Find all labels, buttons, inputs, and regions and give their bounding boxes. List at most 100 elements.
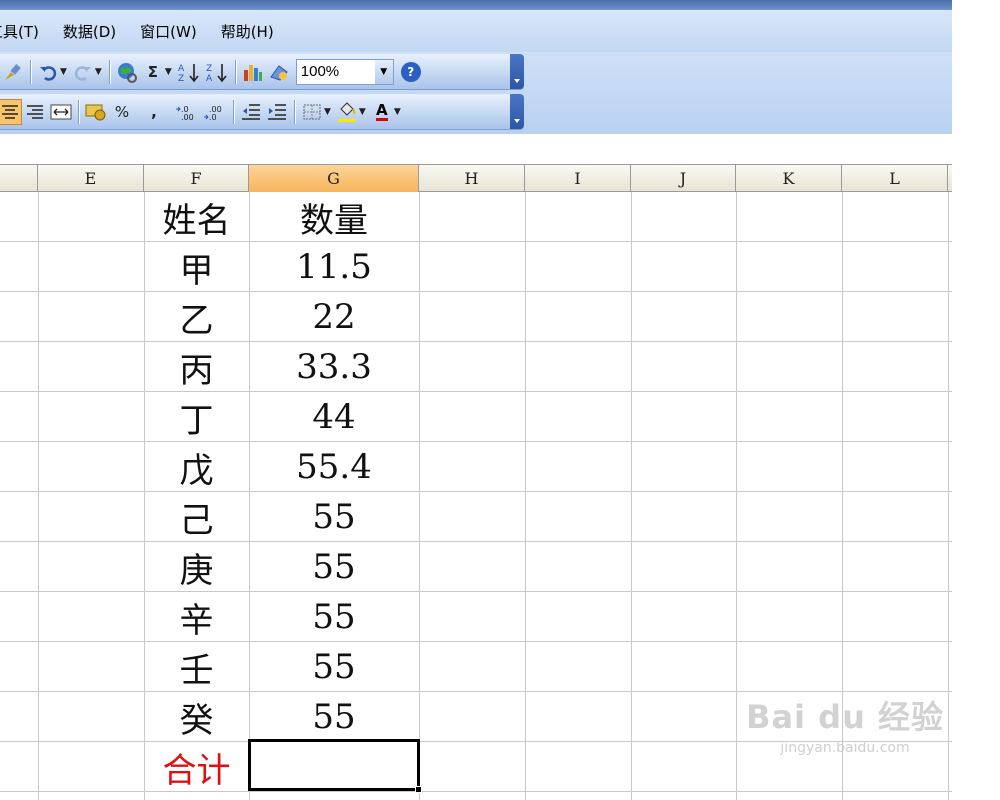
- borders-icon[interactable]: [301, 99, 323, 125]
- column-header-k[interactable]: K: [736, 165, 842, 192]
- name-cell[interactable]: 乙: [144, 292, 249, 342]
- sort-descending-icon[interactable]: ZA: [205, 59, 229, 85]
- redo-icon[interactable]: [72, 59, 94, 85]
- toolbar-separator: [234, 59, 236, 84]
- help-icon: ?: [400, 61, 421, 82]
- brush-icon[interactable]: [2, 59, 24, 85]
- decrease-decimal-icon[interactable]: .00.0: [203, 99, 227, 125]
- qty-cell[interactable]: 22: [249, 292, 419, 342]
- borders-dropdown-icon[interactable]: ▼: [324, 107, 331, 117]
- column-header-l[interactable]: L: [842, 165, 948, 192]
- name-cell[interactable]: 癸: [144, 692, 249, 742]
- standard-toolbar: ▼ ▼ Σ ▼ AZ ZA 100% ▼ ?: [0, 54, 524, 90]
- column-header-partial[interactable]: [0, 165, 38, 192]
- formatting-toolbar: % , .0.00 .00.0 ▼ ▼ A ▼: [0, 94, 524, 130]
- qty-cell[interactable]: 55.4: [249, 442, 419, 492]
- undo-dropdown-icon[interactable]: ▼: [60, 67, 67, 77]
- align-right-icon[interactable]: [24, 99, 46, 125]
- name-cell[interactable]: 己: [144, 492, 249, 542]
- grid-row-line: [0, 441, 952, 442]
- toolbar-options-icon[interactable]: [510, 94, 524, 129]
- grid-column-line: [419, 192, 420, 800]
- grid-row-line: [0, 641, 952, 642]
- drawing-icon[interactable]: [268, 59, 290, 85]
- column-header-j[interactable]: J: [631, 165, 736, 192]
- name-cell[interactable]: 甲: [144, 242, 249, 292]
- zoom-dropdown-icon[interactable]: ▼: [374, 59, 393, 84]
- chart-wizard-icon[interactable]: [242, 59, 264, 85]
- percent-icon[interactable]: %: [111, 99, 133, 125]
- name-cell[interactable]: 丙: [144, 342, 249, 392]
- total-label-cell[interactable]: 合计: [144, 742, 249, 792]
- sort-ascending-icon[interactable]: AZ: [177, 59, 201, 85]
- formula-area-gap: [0, 134, 952, 164]
- autosum-dropdown-icon[interactable]: ▼: [165, 67, 172, 77]
- qty-cell[interactable]: 55: [249, 642, 419, 692]
- qty-cell[interactable]: 55: [249, 492, 419, 542]
- grid-column-line: [948, 192, 949, 800]
- toolbar-separator: [294, 99, 295, 124]
- qty-cell[interactable]: 33.3: [249, 342, 419, 392]
- menu-bar: 工具(T) 数据(D) 窗口(W) 帮助(H): [0, 10, 952, 52]
- grid-row-line: [0, 491, 952, 492]
- menu-tools[interactable]: 工具(T): [0, 21, 39, 42]
- qty-cell[interactable]: 55: [249, 692, 419, 742]
- redo-dropdown-icon[interactable]: ▼: [95, 67, 102, 77]
- grid-row-line: [0, 391, 952, 392]
- grid-column-line: [736, 192, 737, 800]
- grid-column-line: [631, 192, 632, 800]
- grid-row-line: [0, 291, 952, 292]
- grid-column-line: [38, 192, 39, 800]
- watermark-brand: Bai du 经验: [746, 698, 944, 736]
- decrease-indent-icon[interactable]: [240, 99, 262, 125]
- qty-cell[interactable]: 55: [249, 542, 419, 592]
- column-header-g[interactable]: G: [249, 165, 419, 192]
- watermark-url: jingyan.baidu.com: [780, 740, 910, 756]
- toolbar-separator: [30, 59, 31, 84]
- active-cell-outline[interactable]: [248, 739, 420, 791]
- help-button[interactable]: ?: [400, 59, 422, 85]
- qty-cell[interactable]: 55: [249, 592, 419, 642]
- svg-text:A: A: [178, 64, 185, 74]
- autosum-icon[interactable]: Σ: [142, 59, 164, 85]
- name-cell[interactable]: 丁: [144, 392, 249, 442]
- qty-cell[interactable]: 44: [249, 392, 419, 442]
- menu-window[interactable]: 窗口(W): [140, 21, 197, 42]
- increase-indent-icon[interactable]: [266, 99, 288, 125]
- merge-center-icon[interactable]: [50, 99, 72, 125]
- align-center-icon[interactable]: [0, 98, 22, 125]
- grid-row-line: [0, 541, 952, 542]
- grid-row-line: [0, 791, 952, 792]
- column-header-h[interactable]: H: [419, 165, 525, 192]
- fill-color-icon[interactable]: [336, 99, 358, 125]
- menu-help[interactable]: 帮助(H): [221, 21, 274, 42]
- increase-decimal-icon[interactable]: .0.00: [175, 99, 199, 125]
- font-color-dropdown-icon[interactable]: ▼: [394, 107, 401, 117]
- font-color-icon[interactable]: A: [371, 99, 393, 125]
- header-name-cell[interactable]: 姓名: [144, 192, 249, 242]
- grid-row-line: [0, 241, 952, 242]
- zoom-select[interactable]: 100% ▼: [295, 58, 394, 85]
- toolbar-separator: [108, 59, 110, 84]
- svg-text:A: A: [206, 74, 213, 83]
- toolbar-separator: [78, 99, 79, 124]
- toolbar-area: ▼ ▼ Σ ▼ AZ ZA 100% ▼ ? % , .0 .00 .00 .0…: [0, 52, 952, 134]
- font-color-letter: A: [376, 101, 388, 121]
- undo-icon[interactable]: [37, 59, 59, 85]
- column-header-i[interactable]: I: [525, 165, 631, 192]
- name-cell[interactable]: 戊: [144, 442, 249, 492]
- header-qty-cell[interactable]: 数量: [249, 192, 419, 242]
- toolbar-options-icon[interactable]: [510, 54, 524, 89]
- currency-icon[interactable]: [85, 99, 107, 125]
- name-cell[interactable]: 辛: [144, 592, 249, 642]
- menu-data[interactable]: 数据(D): [63, 21, 116, 42]
- fill-color-dropdown-icon[interactable]: ▼: [359, 107, 366, 117]
- comma-icon[interactable]: ,: [143, 99, 165, 125]
- name-cell[interactable]: 壬: [144, 642, 249, 692]
- qty-cell[interactable]: 11.5: [249, 242, 419, 292]
- name-cell[interactable]: 庚: [144, 542, 249, 592]
- column-header-e[interactable]: E: [38, 165, 144, 192]
- fill-handle[interactable]: [415, 786, 422, 793]
- hyperlink-icon[interactable]: [116, 59, 138, 85]
- column-header-f[interactable]: F: [144, 165, 249, 192]
